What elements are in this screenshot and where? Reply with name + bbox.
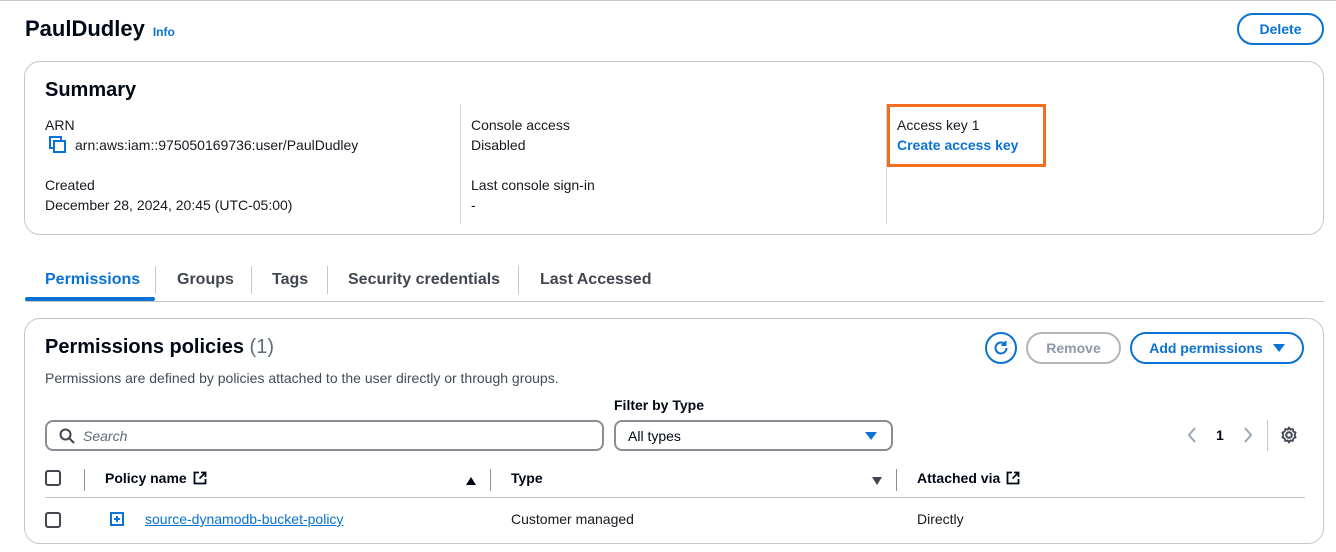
expand-plus-icon[interactable] [110,512,124,526]
table-row: source-dynamodb-bucket-policy Customer m… [45,505,1305,535]
external-link-icon [1006,471,1020,485]
summary-card: Summary ARN arn:aws:iam::975050169736:us… [24,61,1324,235]
column-separator [84,469,85,491]
console-access-label: Console access [471,117,570,133]
page-title: PaulDudley [25,16,145,41]
chevron-left-icon[interactable] [1185,426,1199,444]
sort-ascending-icon[interactable] [466,477,476,485]
console-access-value: Disabled [471,137,526,153]
access-key-label: Access key 1 [897,117,980,133]
settings-gear-icon[interactable] [1280,426,1298,444]
filter-by-type-label: Filter by Type [614,397,704,413]
column-separator [896,469,897,491]
policy-type: Customer managed [511,511,634,527]
refresh-icon [994,341,1008,355]
tab-separator [155,266,156,294]
last-signin-label: Last console sign-in [471,177,595,193]
info-link[interactable]: Info [153,25,175,39]
page-header: PaulDudley Info [25,16,175,42]
tab-separator [327,266,328,294]
caret-down-icon [865,432,877,440]
created-value: December 28, 2024, 20:45 (UTC-05:00) [45,197,293,213]
tab-last-accessed[interactable]: Last Accessed [540,260,651,300]
column-header-type[interactable]: Type [511,470,543,486]
tab-groups[interactable]: Groups [177,260,234,300]
select-all-checkbox[interactable] [45,470,61,486]
permissions-title: Permissions policies (1) [45,336,274,359]
chevron-right-icon[interactable] [1241,426,1255,444]
caret-down-icon [1272,344,1285,352]
highlight-annotation [887,104,1046,167]
sort-descending-icon[interactable] [872,477,882,485]
remove-button[interactable]: Remove [1026,332,1121,364]
policy-name-link[interactable]: source-dynamodb-bucket-policy [145,511,343,527]
tab-separator [518,266,519,294]
column-header-policy-name[interactable]: Policy name [105,470,207,486]
policy-attached-via: Directly [917,511,964,527]
last-signin-value: - [471,197,476,213]
add-permissions-button[interactable]: Add permissions [1130,332,1304,364]
column-separator [490,469,491,491]
tab-tags[interactable]: Tags [272,260,308,300]
type-filter-value: All types [628,427,681,444]
attached-via-header-label: Attached via [917,470,1001,486]
search-field[interactable] [45,420,604,451]
page-number[interactable]: 1 [1216,427,1224,443]
permissions-policies-card: Permissions policies (1) Permissions are… [24,318,1324,544]
copy-icon[interactable] [49,136,67,154]
arn-value: arn:aws:iam::975050169736:user/PaulDudle… [75,137,359,153]
row-checkbox[interactable] [45,512,61,528]
table-header-row: Policy name Type Attached via [45,464,1305,498]
create-access-key-link[interactable]: Create access key [897,137,1018,153]
created-label: Created [45,177,95,193]
tab-permissions[interactable]: Permissions [45,260,140,300]
refresh-button[interactable] [985,332,1017,364]
column-divider [460,104,461,224]
permissions-title-text: Permissions policies [45,336,244,358]
type-filter-select[interactable]: All types [614,420,893,451]
top-divider [0,0,1336,1]
tab-bar: Permissions Groups Tags Security credent… [25,260,1324,302]
search-input[interactable] [83,427,563,444]
active-tab-indicator [25,297,155,301]
external-link-icon [193,471,207,485]
summary-title: Summary [45,79,137,101]
tab-separator [251,266,252,294]
arn-label: ARN [45,117,75,133]
permissions-count: (1) [249,336,274,358]
pager-separator [1267,420,1268,451]
policy-name-header-label: Policy name [105,470,187,486]
column-header-attached-via[interactable]: Attached via [917,470,1020,486]
permissions-description: Permissions are defined by policies atta… [45,370,559,386]
arn-value-row: arn:aws:iam::975050169736:user/PaulDudle… [45,136,358,154]
search-icon [59,428,75,444]
add-permissions-label: Add permissions [1149,340,1263,356]
tab-security-credentials[interactable]: Security credentials [348,260,500,300]
delete-button[interactable]: Delete [1237,13,1324,45]
